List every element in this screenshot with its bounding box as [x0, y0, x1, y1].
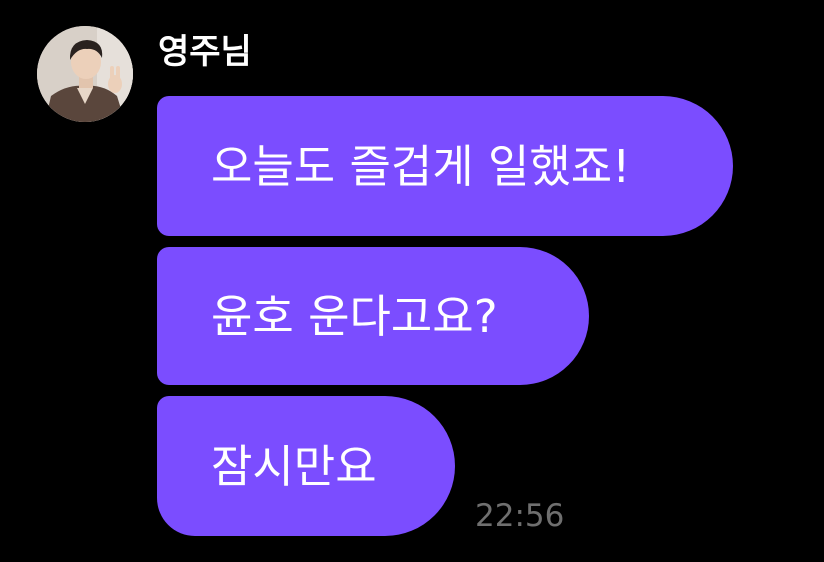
sender-avatar[interactable]: [37, 26, 133, 122]
message-bubble[interactable]: 윤호 운다고요?: [157, 247, 589, 385]
sender-name: 영주님: [158, 32, 252, 72]
message-timestamp: 22:56: [475, 498, 565, 534]
message-text: 잠시만요: [211, 439, 377, 493]
message-text: 윤호 운다고요?: [211, 289, 498, 343]
message-text: 오늘도 즐겁게 일했죠!: [211, 139, 631, 193]
message-bubble[interactable]: 오늘도 즐겁게 일했죠!: [157, 96, 733, 236]
profile-photo-icon: [37, 26, 133, 122]
message-bubble[interactable]: 잠시만요: [157, 396, 455, 536]
